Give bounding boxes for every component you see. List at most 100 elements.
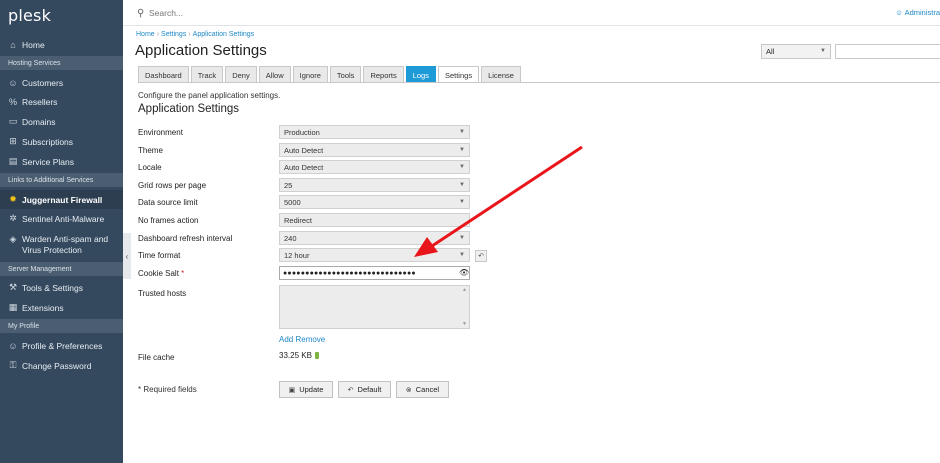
dashboard-refresh-select[interactable]: 240 ▼ [279, 231, 470, 245]
sidebar-item-change-password[interactable]: ⚿ Change Password [0, 356, 123, 375]
sidebar-collapse-handle[interactable]: ‹ [123, 233, 131, 279]
default-button[interactable]: ↶ Default [338, 381, 391, 398]
firewall-icon: ✹ [9, 194, 17, 204]
tab-ignore[interactable]: Ignore [292, 66, 328, 83]
plans-icon: ▤ [8, 156, 18, 166]
sidebar-item-label: Domains [22, 116, 56, 127]
cookie-salt-input[interactable]: ●●●●●●●●●●●●●●●●●●●●●●●●●●●●●● [279, 266, 470, 280]
sidebar-item-tools-settings[interactable]: ⚒ Tools & Settings [0, 278, 123, 297]
update-button-label: Update [299, 385, 324, 394]
tools-icon: ⚒ [8, 282, 18, 292]
eye-icon[interactable]: 👁 [459, 268, 469, 277]
required-fields-note: * Required fields [138, 385, 197, 394]
cancel-button-label: Cancel [415, 385, 440, 394]
home-icon: ⌂ [10, 39, 16, 50]
tab-bar: Dashboard Track Deny Allow Ignore Tools … [138, 66, 523, 83]
sidebar-item-warden[interactable]: ◈ Warden Anti-spam and Virus Protection [0, 232, 123, 256]
remove-link[interactable]: Remove [295, 335, 325, 344]
environment-select[interactable]: Production ▼ [279, 125, 470, 139]
environment-value: Production [284, 127, 320, 137]
sidebar-item-customers[interactable]: ☺ Customers [0, 73, 123, 92]
tab-reports[interactable]: Reports [363, 66, 404, 83]
gear-icon: ✲ [9, 213, 17, 223]
user-icon: ☺ [8, 77, 18, 88]
tab-logs[interactable]: Logs [405, 66, 436, 83]
section-title: Application Settings [138, 103, 240, 115]
sidebar-item-label: Subscriptions [22, 136, 74, 147]
update-button[interactable]: ▣ Update [279, 381, 333, 398]
profile-icon: ☺ [8, 340, 18, 351]
locale-label: Locale [138, 163, 162, 172]
scroll-up-icon[interactable]: ▲ [462, 287, 467, 293]
dashboard-refresh-label: Dashboard refresh interval [138, 234, 233, 243]
tab-tools[interactable]: Tools [329, 66, 362, 83]
time-format-select[interactable]: 12 hour ▼ [279, 248, 470, 262]
user-name: Administra [904, 8, 940, 17]
grid-rows-value: 25 [284, 180, 293, 190]
sidebar-section-server: Server Management [0, 262, 123, 276]
tab-license[interactable]: License [481, 66, 521, 83]
required-mark: * [181, 269, 185, 278]
sidebar-item-label: Home [22, 39, 45, 50]
sidebar-item-label: Resellers [22, 96, 58, 107]
sidebar-item-juggernaut-firewall[interactable]: ✹ Juggernaut Firewall [0, 190, 123, 209]
breadcrumb-home[interactable]: Home [136, 31, 155, 38]
tab-deny[interactable]: Deny [225, 66, 257, 83]
reset-time-format-button[interactable]: ↶ [475, 250, 487, 262]
locale-select[interactable]: Auto Detect ▼ [279, 160, 470, 174]
battery-icon[interactable] [314, 352, 319, 359]
sidebar-item-sentinel[interactable]: ✲ Sentinel Anti-Malware [0, 209, 123, 228]
sidebar: plesk ⌂ Home Hosting Services ☺ Customer… [0, 0, 123, 463]
breadcrumb: Home › Settings › Application Settings [136, 31, 254, 38]
breadcrumb-application-settings[interactable]: Application Settings [193, 31, 254, 38]
sidebar-item-label: Extensions [22, 302, 64, 313]
no-frames-action-field[interactable]: Redirect [279, 213, 470, 227]
theme-select[interactable]: Auto Detect ▼ [279, 143, 470, 157]
caret-down-icon: ▼ [459, 199, 465, 205]
dashboard-refresh-value: 240 [284, 233, 297, 243]
filter-select[interactable]: All ▼ [761, 44, 831, 59]
search-icon: ⚲ [137, 8, 145, 19]
cancel-button[interactable]: ⊗ Cancel [396, 381, 449, 398]
sidebar-item-label: Service Plans [22, 156, 74, 167]
sidebar-item-extensions[interactable]: ▦ Extensions [0, 298, 123, 317]
data-source-limit-select[interactable]: 5000 ▼ [279, 195, 470, 209]
sidebar-item-subscriptions[interactable]: ⊞ Subscriptions [0, 132, 123, 151]
sidebar-section-links: Links to Additional Services [0, 173, 123, 187]
cookie-salt-label-text: Cookie Salt [138, 269, 179, 278]
tab-allow[interactable]: Allow [258, 66, 291, 83]
locale-value: Auto Detect [284, 162, 324, 172]
percent-icon: % [8, 96, 17, 107]
sidebar-item-resellers[interactable]: % Resellers [0, 92, 123, 111]
plesk-logo[interactable]: plesk [8, 6, 51, 25]
sidebar-item-home[interactable]: ⌂ Home [0, 35, 123, 54]
search-input[interactable] [149, 6, 349, 20]
breadcrumb-separator: › [188, 31, 191, 38]
file-cache-value: 33.25 KB [279, 351, 319, 360]
save-icon: ▣ [288, 386, 296, 394]
tab-track[interactable]: Track [190, 66, 224, 83]
filter-input[interactable] [835, 44, 940, 59]
environment-label: Environment [138, 128, 183, 137]
sidebar-section-profile: My Profile [0, 319, 123, 333]
breadcrumb-separator: › [156, 31, 160, 38]
trusted-hosts-textarea[interactable]: ▲ ▼ [279, 285, 470, 329]
sidebar-item-label: Sentinel Anti-Malware [22, 213, 105, 224]
sidebar-item-domains[interactable]: ▭ Domains [0, 112, 123, 131]
sidebar-section-hosting: Hosting Services [0, 56, 123, 70]
sidebar-item-profile[interactable]: ☺ Profile & Preferences [0, 336, 123, 355]
grid-rows-select[interactable]: 25 ▼ [279, 178, 470, 192]
user-menu[interactable]: ☺ Administra [895, 8, 940, 17]
key-icon: ⚿ [9, 360, 17, 370]
add-link[interactable]: Add [279, 335, 293, 344]
scroll-down-icon[interactable]: ▼ [462, 321, 467, 327]
file-cache-size: 33.25 KB [279, 351, 312, 360]
breadcrumb-settings[interactable]: Settings [161, 31, 186, 38]
sidebar-item-service-plans[interactable]: ▤ Service Plans [0, 152, 123, 171]
tab-dashboard[interactable]: Dashboard [138, 66, 189, 83]
theme-value: Auto Detect [284, 145, 324, 155]
caret-down-icon: ▼ [459, 164, 465, 170]
monitor-icon: ▭ [8, 116, 18, 126]
tab-settings[interactable]: Settings [437, 66, 480, 83]
top-bar: ⚲ ☺ Administra [123, 0, 940, 26]
